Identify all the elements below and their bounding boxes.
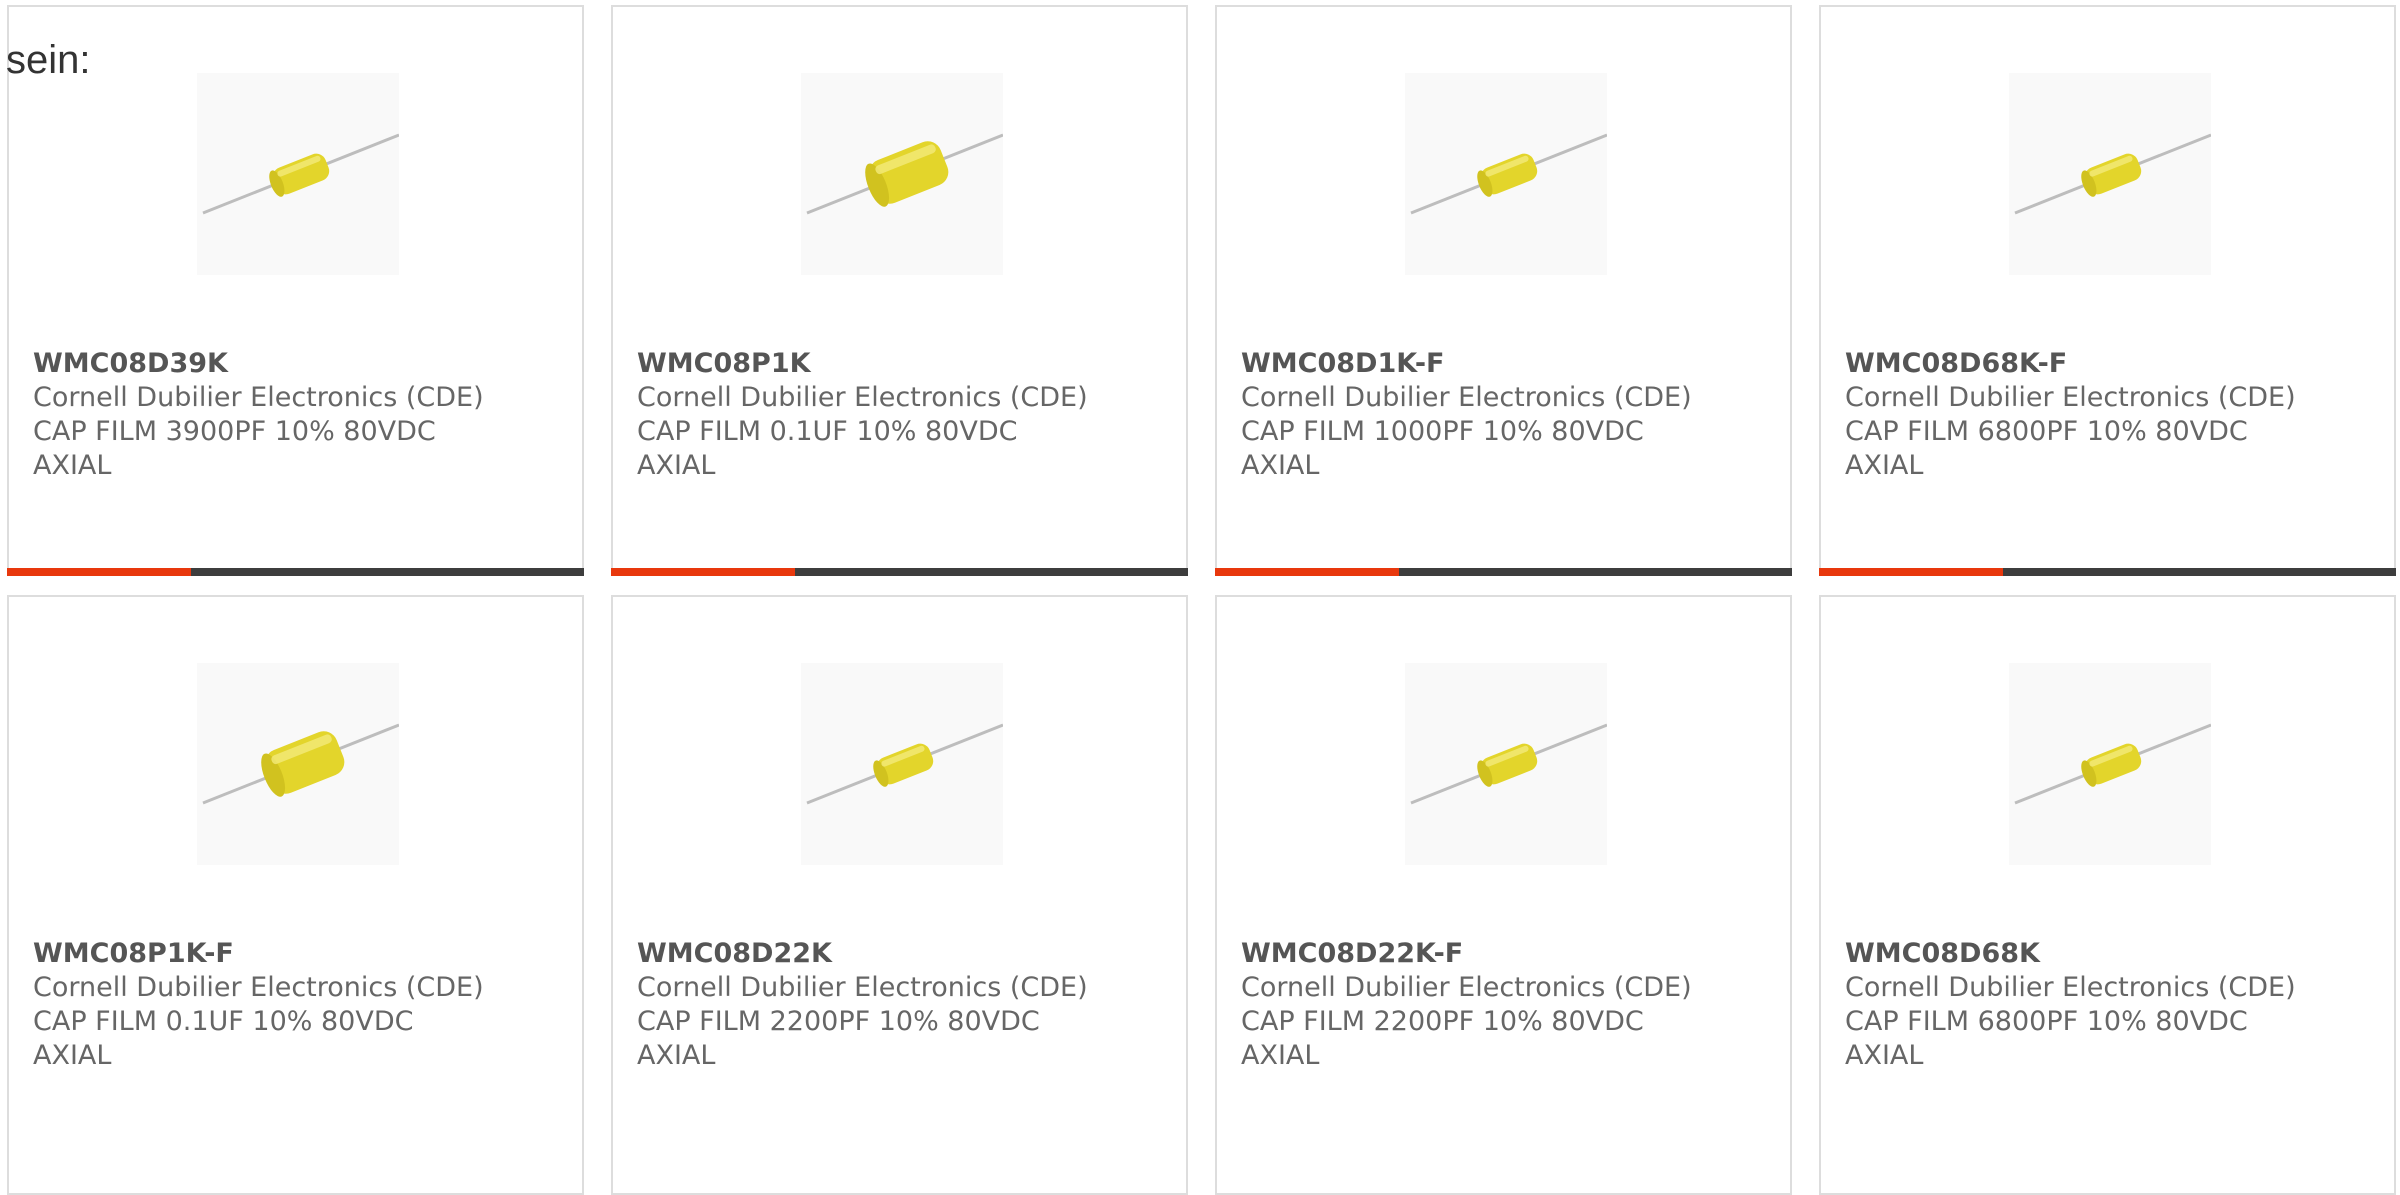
product-description: CAP FILM 1000PF 10% 80VDC (1241, 416, 1644, 447)
manufacturer-name: Cornell Dubilier Electronics (CDE) (33, 972, 484, 1003)
card-progress-bar (611, 568, 1188, 576)
axial-film-capacitor-small-icon (801, 663, 1003, 865)
manufacturer-name: Cornell Dubilier Electronics (CDE) (1845, 382, 2296, 413)
product-grid: WMC08D39K Cornell Dubilier Electronics (… (7, 5, 2400, 1195)
part-number-link[interactable]: WMC08D22K-F (1241, 937, 1780, 971)
manufacturer-name: Cornell Dubilier Electronics (CDE) (1241, 972, 1692, 1003)
product-description-mounting: AXIAL (33, 1040, 112, 1071)
axial-film-capacitor-small-icon (2009, 73, 2211, 275)
card-progress-bar (7, 568, 584, 576)
part-number-link[interactable]: WMC08P1K (637, 347, 1176, 381)
product-description-mounting: AXIAL (1845, 450, 1924, 481)
product-card[interactable]: WMC08D39K Cornell Dubilier Electronics (… (7, 5, 584, 576)
axial-film-capacitor-small-icon (1405, 73, 1607, 275)
product-card[interactable]: WMC08P1K-F Cornell Dubilier Electronics … (7, 595, 584, 1195)
product-card[interactable]: WMC08D68K Cornell Dubilier Electronics (… (1819, 595, 2396, 1195)
card-progress-bar (1215, 568, 1792, 576)
part-number-link[interactable]: WMC08D22K (637, 937, 1176, 971)
axial-film-capacitor-large-icon (801, 73, 1003, 275)
product-description-mounting: AXIAL (637, 450, 716, 481)
product-description-mounting: AXIAL (1845, 1040, 1924, 1071)
card-accent-bar (1819, 568, 2003, 576)
axial-film-capacitor-small-icon (197, 73, 399, 275)
product-description-mounting: AXIAL (637, 1040, 716, 1071)
card-progress-bar (1819, 568, 2396, 576)
part-number-link[interactable]: WMC08D68K (1845, 937, 2384, 971)
product-description-mounting: AXIAL (1241, 450, 1320, 481)
manufacturer-name: Cornell Dubilier Electronics (CDE) (637, 382, 1088, 413)
product-description: CAP FILM 6800PF 10% 80VDC (1845, 416, 2248, 447)
product-description: CAP FILM 3900PF 10% 80VDC (33, 416, 436, 447)
product-card[interactable]: WMC08P1K Cornell Dubilier Electronics (C… (611, 5, 1188, 576)
part-number-link[interactable]: WMC08D1K-F (1241, 347, 1780, 381)
manufacturer-name: Cornell Dubilier Electronics (CDE) (637, 972, 1088, 1003)
product-description: CAP FILM 6800PF 10% 80VDC (1845, 1006, 2248, 1037)
product-card[interactable]: WMC08D22K-F Cornell Dubilier Electronics… (1215, 595, 1792, 1195)
product-description: CAP FILM 0.1UF 10% 80VDC (637, 416, 1018, 447)
card-accent-bar (7, 568, 191, 576)
intro-text: sein: (6, 38, 91, 82)
product-description: CAP FILM 2200PF 10% 80VDC (1241, 1006, 1644, 1037)
part-number-link[interactable]: WMC08D39K (33, 347, 572, 381)
product-description: CAP FILM 0.1UF 10% 80VDC (33, 1006, 414, 1037)
product-card[interactable]: WMC08D68K-F Cornell Dubilier Electronics… (1819, 5, 2396, 576)
part-number-link[interactable]: WMC08P1K-F (33, 937, 572, 971)
card-accent-bar (611, 568, 795, 576)
manufacturer-name: Cornell Dubilier Electronics (CDE) (1241, 382, 1692, 413)
product-description-mounting: AXIAL (1241, 1040, 1320, 1071)
product-description: CAP FILM 2200PF 10% 80VDC (637, 1006, 1040, 1037)
manufacturer-name: Cornell Dubilier Electronics (CDE) (33, 382, 484, 413)
card-accent-bar (1215, 568, 1399, 576)
product-card[interactable]: WMC08D1K-F Cornell Dubilier Electronics … (1215, 5, 1792, 576)
product-card[interactable]: WMC08D22K Cornell Dubilier Electronics (… (611, 595, 1188, 1195)
manufacturer-name: Cornell Dubilier Electronics (CDE) (1845, 972, 2296, 1003)
axial-film-capacitor-small-icon (1405, 663, 1607, 865)
axial-film-capacitor-small-icon (2009, 663, 2211, 865)
axial-film-capacitor-large-icon (197, 663, 399, 865)
product-description-mounting: AXIAL (33, 450, 112, 481)
part-number-link[interactable]: WMC08D68K-F (1845, 347, 2384, 381)
